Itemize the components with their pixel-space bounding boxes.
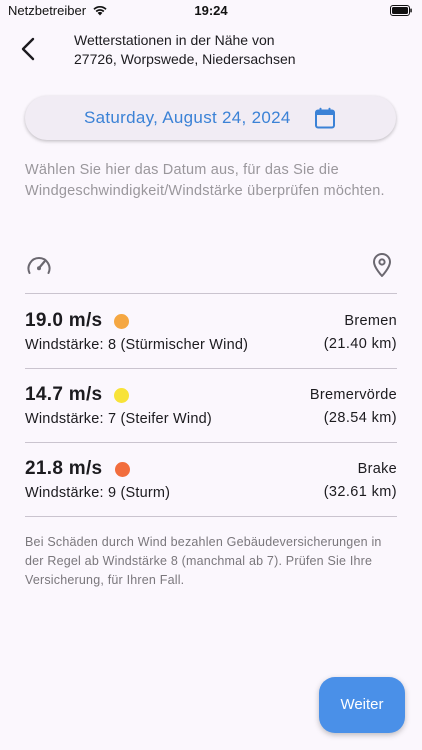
beaufort-text: Windstärke: 7 (Steifer Wind) (25, 411, 212, 427)
next-button[interactable]: Weiter (319, 677, 405, 733)
page-title-line2: 27726, Worpswede, Niedersachsen (74, 51, 296, 67)
station-row-brake[interactable]: 21.8 m/s Windstärke: 9 (Sturm) Brake (32… (25, 444, 397, 516)
wind-level-dot (114, 388, 129, 403)
date-picker-button[interactable]: Saturday, August 24, 2024 (25, 96, 396, 140)
status-bar: Netzbetreiber 19:24 (0, 0, 422, 22)
page-title: Wetterstationen in der Nähe von 27726, W… (74, 31, 394, 69)
station-name: Bremen (344, 313, 397, 329)
station-row-bremen[interactable]: 19.0 m/s Windstärke: 8 (Stürmischer Wind… (25, 296, 397, 368)
status-time: 19:24 (194, 3, 228, 18)
divider (25, 293, 397, 294)
divider (25, 442, 397, 443)
beaufort-text: Windstärke: 9 (Sturm) (25, 485, 171, 501)
gauge-icon (27, 257, 51, 274)
wind-level-dot (114, 314, 129, 329)
location-icon (373, 253, 391, 277)
insurance-note: Bei Schäden durch Wind bezahlen Gebäudev… (25, 535, 382, 587)
station-distance: (32.61 km) (323, 484, 397, 500)
wind-speed: 21.8 m/s (25, 458, 103, 479)
page-title-line1: Wetterstationen in der Nähe von (74, 32, 275, 48)
battery-icon (390, 5, 412, 16)
beaufort-text: Windstärke: 8 (Stürmischer Wind) (25, 337, 249, 353)
date-label: Saturday, August 24, 2024 (84, 108, 291, 127)
date-hint-text: Wählen Sie hier das Datum aus, für das S… (25, 162, 385, 199)
station-distance: (21.40 km) (323, 336, 397, 352)
station-name: Brake (357, 461, 397, 477)
station-distance: (28.54 km) (323, 410, 397, 426)
divider (25, 368, 397, 369)
chevron-left-icon (21, 37, 35, 61)
wind-speed: 19.0 m/s (25, 310, 103, 331)
calendar-icon (315, 107, 335, 129)
station-row-bremervoerde[interactable]: 14.7 m/s Windstärke: 7 (Steifer Wind) Br… (25, 370, 397, 442)
wind-speed: 14.7 m/s (25, 384, 103, 405)
back-button[interactable] (14, 34, 44, 64)
divider (25, 516, 397, 517)
wind-level-dot (115, 462, 130, 477)
station-name: Bremervörde (309, 387, 397, 403)
